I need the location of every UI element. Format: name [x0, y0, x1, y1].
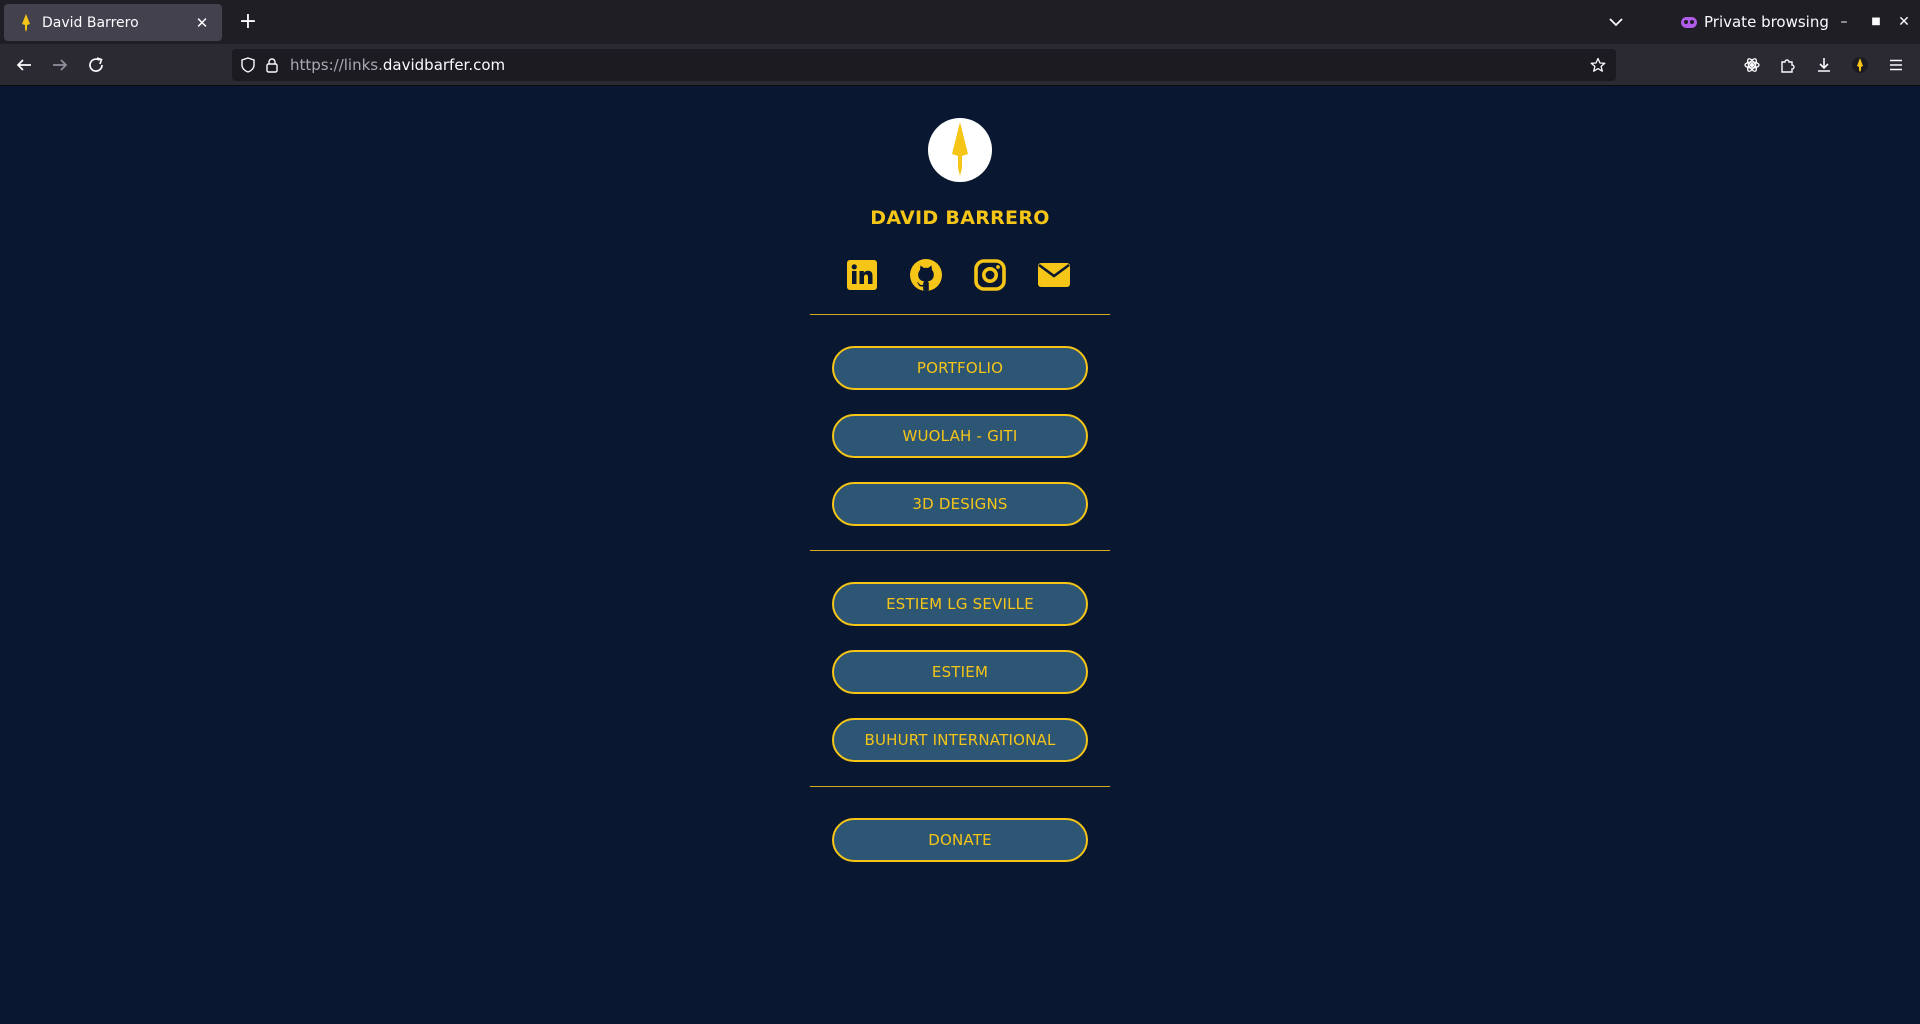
menu-icon[interactable] [1884, 53, 1908, 77]
navigation-toolbar: https://links.davidbarfer.com [0, 44, 1920, 86]
minimize-icon[interactable]: – [1832, 10, 1856, 34]
puzzle-icon[interactable] [1776, 53, 1800, 77]
tab-title: David Barrero [42, 14, 139, 31]
spear-favicon-icon [20, 13, 32, 32]
back-icon[interactable] [12, 53, 36, 77]
divider-1 [810, 314, 1110, 315]
url-prefix: https://links. [290, 56, 383, 74]
divider-2 [810, 550, 1110, 551]
email-icon[interactable] [1036, 257, 1072, 293]
url-text[interactable]: https://links.davidbarfer.com [290, 56, 505, 74]
divider-3 [810, 786, 1110, 787]
link-button-estiem[interactable]: ESTIEM [832, 650, 1088, 694]
profile-name: DAVID BARRERO [870, 207, 1050, 229]
github-icon[interactable] [908, 257, 944, 293]
link-button-3d-designs[interactable]: 3D DESIGNS [832, 482, 1088, 526]
link-button-donate[interactable]: DONATE [832, 818, 1088, 862]
link-page: DAVID BARRERO PORTFOLIO WUOLAH - GITI 3D… [0, 87, 1920, 1024]
social-links [840, 257, 1080, 297]
tab-close-icon[interactable]: ✕ [192, 14, 212, 32]
private-mask-icon [1681, 16, 1697, 28]
link-button-portfolio[interactable]: PORTFOLIO [832, 346, 1088, 390]
new-tab-icon[interactable]: + [234, 8, 262, 36]
link-button-estiem-lg-seville[interactable]: ESTIEM LG SEVILLE [832, 582, 1088, 626]
instagram-icon[interactable] [972, 257, 1008, 293]
tab-bar: David Barrero ✕ + Private browsing – ■ ✕ [0, 0, 1920, 44]
extension-icon[interactable] [1740, 53, 1764, 77]
private-browsing-indicator: Private browsing [1681, 10, 1829, 34]
link-button-wuolah-giti[interactable]: WUOLAH - GITI [832, 414, 1088, 458]
shield-icon[interactable] [238, 55, 258, 75]
browser-tab[interactable]: David Barrero ✕ [4, 4, 222, 41]
maximize-icon[interactable]: ■ [1864, 10, 1888, 34]
forward-icon[interactable] [48, 53, 72, 77]
link-button-buhurt-international[interactable]: BUHURT INTERNATIONAL [832, 718, 1088, 762]
bookmark-star-icon[interactable] [1588, 55, 1608, 75]
reload-icon[interactable] [84, 53, 108, 77]
lock-icon[interactable] [262, 55, 282, 75]
private-browsing-label: Private browsing [1704, 13, 1829, 31]
window-close-icon[interactable]: ✕ [1892, 10, 1916, 34]
tab-list-chevron-icon[interactable] [1604, 10, 1628, 34]
download-icon[interactable] [1812, 53, 1836, 77]
url-domain: davidbarfer.com [382, 56, 506, 74]
url-bar[interactable]: https://links.davidbarfer.com [232, 49, 1616, 81]
spear-logo-icon [952, 122, 968, 176]
spear-logo-avatar [928, 118, 992, 182]
linkedin-icon[interactable] [844, 257, 880, 293]
profile-icon[interactable] [1848, 53, 1872, 77]
